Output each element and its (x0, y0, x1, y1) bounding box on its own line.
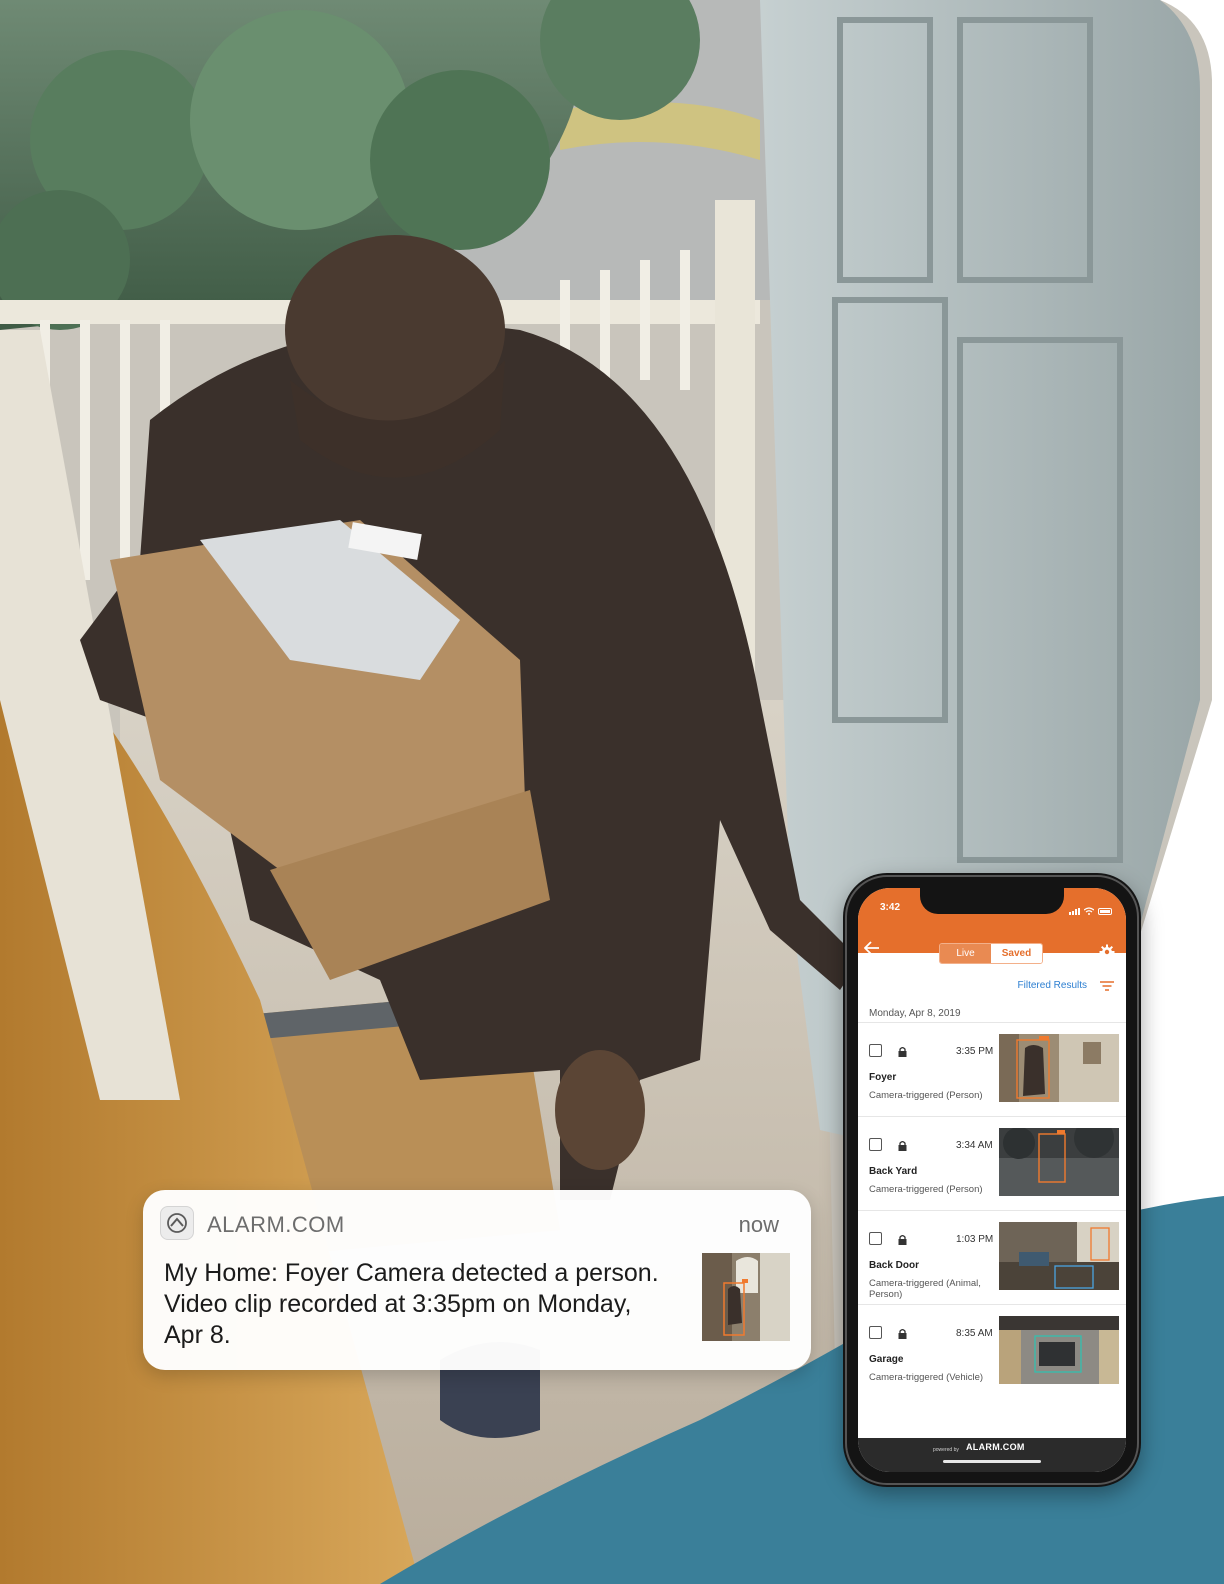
clip-description: Camera-triggered (Person) (869, 1090, 983, 1101)
checkbox-icon[interactable] (869, 1044, 882, 1057)
divider (858, 1022, 1126, 1023)
clip-time: 1:03 PM (956, 1234, 994, 1245)
clip-row-garage[interactable]: 8:35 AM Garage Camera-triggered (Vehicle… (858, 1316, 1126, 1408)
filter-icon[interactable] (1100, 979, 1114, 991)
clip-description: Camera-triggered (Vehicle) (869, 1372, 984, 1383)
app-header: 3:42 Live Saved (858, 888, 1126, 964)
lock-icon (898, 1326, 907, 1339)
signal-icon (1069, 907, 1080, 915)
alarm-com-logo-icon (160, 1206, 194, 1240)
notification-app-name: ALARM.COM (207, 1212, 345, 1237)
clip-time: 3:34 AM (956, 1140, 993, 1151)
checkbox-icon[interactable] (869, 1326, 882, 1339)
clip-thumbnail[interactable] (999, 1128, 1119, 1196)
gear-icon[interactable] (1099, 944, 1115, 960)
lock-icon (898, 1044, 907, 1057)
checkbox-icon[interactable] (869, 1232, 882, 1245)
status-time: 3:42 (880, 902, 901, 913)
clip-row-back-door[interactable]: 1:03 PM Back Door Camera-triggered (Anim… (858, 1222, 1126, 1314)
status-icons (1069, 902, 1112, 920)
tab-live[interactable]: Live (940, 944, 991, 963)
filtered-results-link[interactable]: Filtered Results (1018, 980, 1087, 991)
battery-icon (1098, 907, 1112, 915)
notification-time: now (738, 1212, 779, 1237)
clip-row-foyer[interactable]: 3:35 PM Foyer Camera-triggered (Person) (858, 1034, 1126, 1126)
divider (858, 1304, 1126, 1305)
clip-row-back-yard[interactable]: 3:34 AM Back Yard Camera-triggered (Pers… (858, 1128, 1126, 1220)
powered-by-label: powered by (933, 1447, 959, 1453)
clip-camera-name: Garage (869, 1354, 904, 1365)
phone-screen: 3:42 Live Saved Filtered Results Monday,… (858, 888, 1126, 1472)
clip-thumbnail[interactable] (999, 1316, 1119, 1384)
date-header: Monday, Apr 8, 2019 (869, 1008, 961, 1019)
notification-thumbnail (702, 1253, 790, 1341)
checkbox-icon[interactable] (869, 1138, 882, 1151)
divider (858, 1210, 1126, 1211)
clip-time: 8:35 AM (956, 1328, 993, 1339)
back-arrow-icon[interactable] (863, 941, 880, 959)
smartphone: 3:42 Live Saved Filtered Results Monday,… (843, 873, 1141, 1487)
lock-icon (898, 1232, 907, 1245)
app-footer: powered by ALARM.COM (858, 1438, 1126, 1472)
phone-notch (920, 888, 1064, 914)
wifi-icon (1083, 902, 1095, 920)
clip-camera-name: Back Yard (869, 1166, 918, 1177)
clip-description: Camera-triggered (Person) (869, 1184, 983, 1195)
tab-saved[interactable]: Saved (991, 944, 1042, 963)
clip-thumbnail[interactable] (999, 1034, 1119, 1102)
lock-icon (898, 1138, 907, 1151)
notification-message: My Home: Foyer Camera detected a person.… (164, 1259, 659, 1349)
footer-brand: ALARM.COM (966, 1442, 1025, 1452)
live-saved-toggle: Live Saved (939, 943, 1043, 964)
clip-thumbnail[interactable] (999, 1222, 1119, 1290)
home-indicator[interactable] (943, 1460, 1041, 1463)
clip-camera-name: Foyer (869, 1072, 897, 1083)
clip-camera-name: Back Door (869, 1260, 920, 1271)
clip-time: 3:35 PM (956, 1046, 994, 1057)
divider (858, 1116, 1126, 1117)
push-notification[interactable]: ALARM.COM now My Home: Foyer Camera dete… (143, 1190, 811, 1370)
clip-description: Camera-triggered (Animal, Person) (869, 1278, 981, 1300)
